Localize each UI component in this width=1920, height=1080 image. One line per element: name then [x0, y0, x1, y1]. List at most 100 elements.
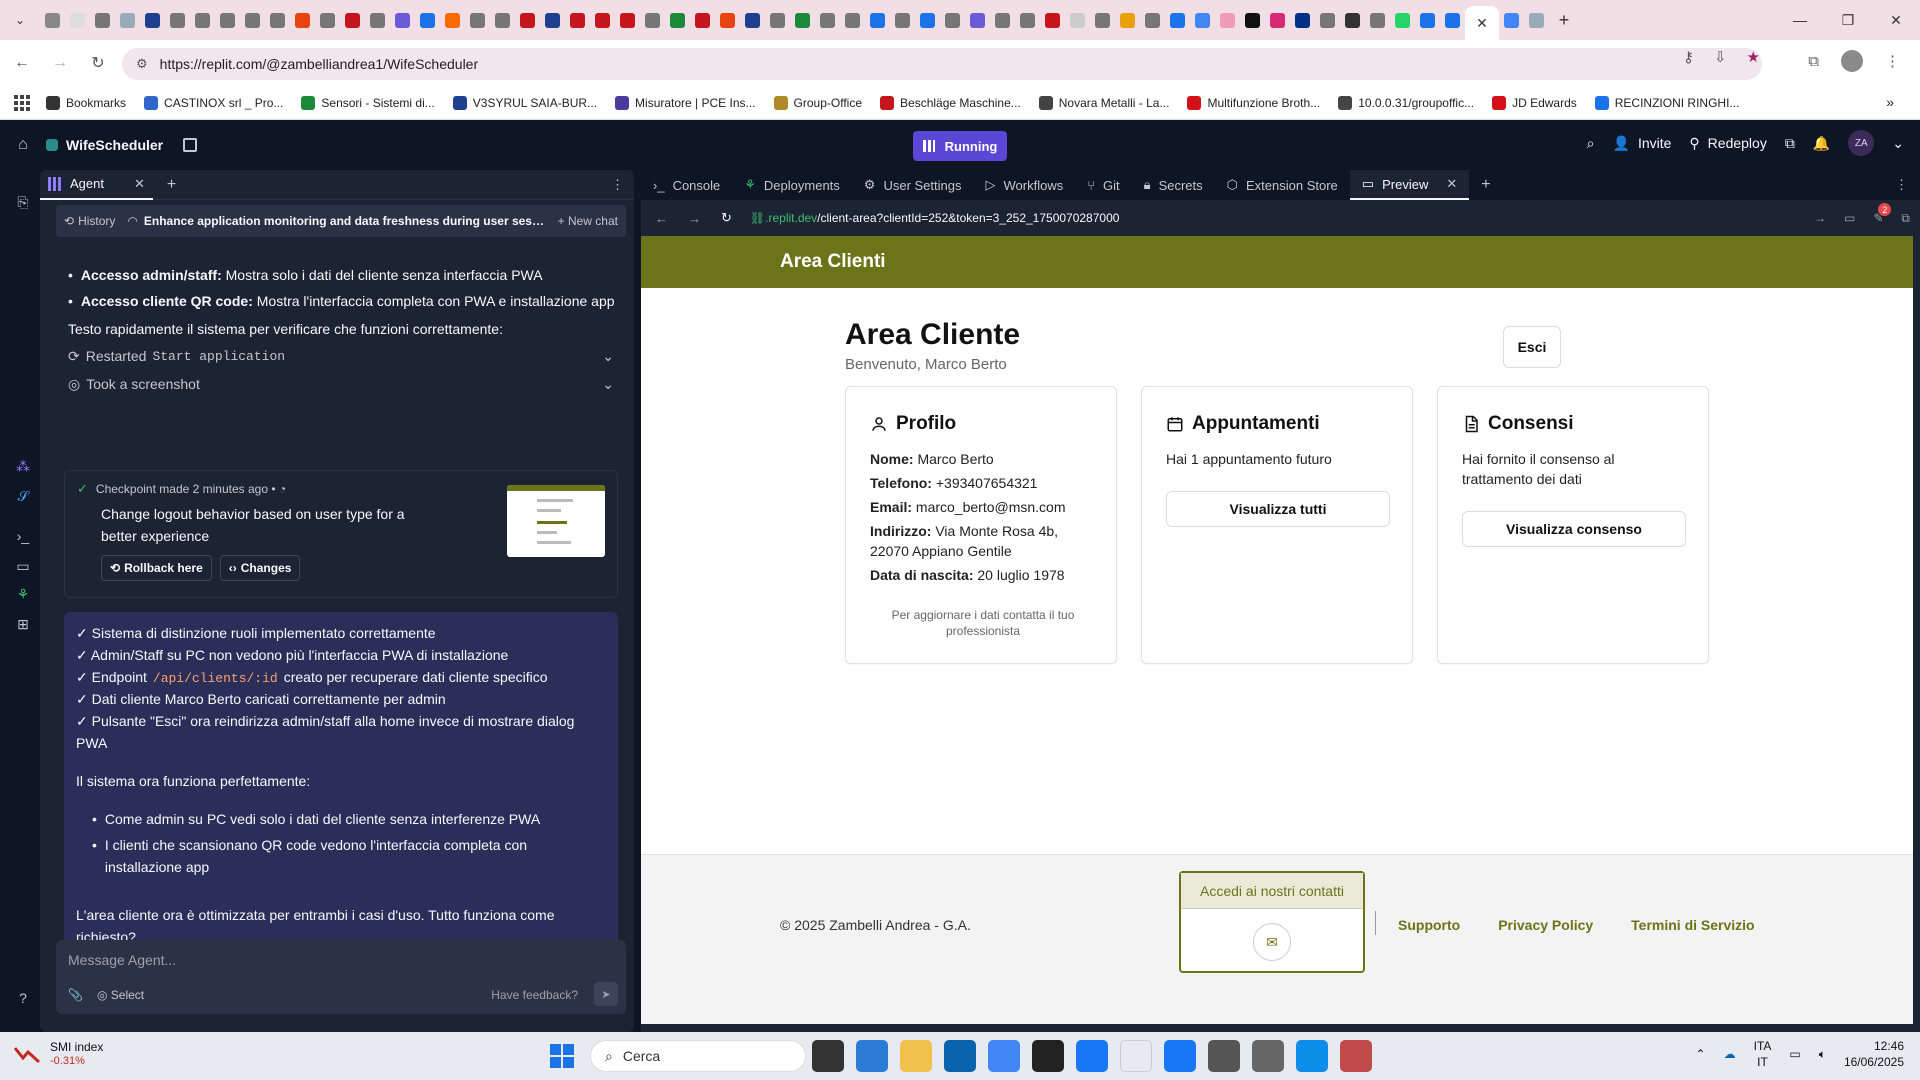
tab-deployments[interactable]: ⚘ Deployments: [732, 170, 852, 200]
tab[interactable]: [791, 8, 815, 32]
password-key-icon[interactable]: ⚷: [1683, 48, 1694, 66]
tab[interactable]: [691, 8, 715, 32]
tab[interactable]: [441, 8, 465, 32]
agent-icon[interactable]: ⁂: [14, 458, 32, 476]
tab-agent[interactable]: Agent ✕: [40, 170, 153, 200]
message-input[interactable]: Message Agent...: [68, 952, 176, 968]
active-tab-close-icon[interactable]: ✕: [1465, 6, 1499, 40]
go-arrow-icon[interactable]: →: [1814, 211, 1826, 225]
user-avatar[interactable]: ZA: [1848, 130, 1875, 156]
tab[interactable]: [91, 8, 115, 32]
tab[interactable]: [316, 8, 340, 32]
tab[interactable]: [1091, 8, 1115, 32]
mail-icon[interactable]: ✉: [1253, 923, 1291, 961]
taskbar-search[interactable]: ⌕ Cerca: [590, 1040, 806, 1072]
tab[interactable]: [241, 8, 265, 32]
bookmark-item[interactable]: CASTINOX srl _ Pro...: [144, 95, 283, 110]
facebook-icon[interactable]: [1164, 1040, 1196, 1072]
tab[interactable]: [866, 8, 890, 32]
panel-toggle-icon[interactable]: [183, 138, 198, 152]
action-restarted[interactable]: ⟳ Restarted Start application ⌄: [68, 344, 614, 368]
tab[interactable]: [1141, 8, 1165, 32]
privacy-policy-link[interactable]: Privacy Policy: [1498, 917, 1593, 933]
tab[interactable]: [1266, 8, 1290, 32]
tab[interactable]: [116, 8, 140, 32]
maximize-icon[interactable]: ❐: [1824, 0, 1872, 40]
tab[interactable]: [491, 8, 515, 32]
help-icon[interactable]: ?: [14, 990, 32, 1008]
tab[interactable]: [266, 8, 290, 32]
stock-widget[interactable]: SMI index -0.31%: [14, 1040, 103, 1067]
extensions-puzzle-icon[interactable]: ⧉: [1808, 53, 1819, 70]
tab[interactable]: [1116, 8, 1140, 32]
bookmark-star-icon[interactable]: ★: [1747, 48, 1760, 66]
contact-widget[interactable]: Accedi ai nostri contatti ✉: [1179, 871, 1365, 973]
tab[interactable]: [591, 8, 615, 32]
network-icon[interactable]: ▭: [1789, 1047, 1800, 1061]
tab-extension-store[interactable]: ⬡ Extension Store: [1215, 170, 1350, 200]
onedrive-icon[interactable]: ☁: [1724, 1047, 1736, 1061]
facebook-icon[interactable]: [1076, 1040, 1108, 1072]
action-screenshot[interactable]: ◎ Took a screenshot ⌄: [68, 372, 614, 396]
preview-forward-icon[interactable]: →: [688, 211, 701, 226]
attach-paperclip-icon[interactable]: 📎: [68, 988, 83, 1002]
tab[interactable]: [1441, 8, 1465, 32]
calculator-icon[interactable]: [1340, 1040, 1372, 1072]
logout-button[interactable]: Esci: [1503, 326, 1561, 368]
tab[interactable]: [1041, 8, 1065, 32]
changes-button[interactable]: ‹› Changes: [219, 555, 301, 581]
bookmark-item[interactable]: Group-Office: [773, 95, 862, 110]
tab[interactable]: [66, 8, 90, 32]
tab-git[interactable]: ⑂ Git: [1075, 170, 1131, 200]
bookmark-item[interactable]: Misuratore | PCE Ins...: [615, 95, 756, 110]
language-indicator[interactable]: ITA IT: [1754, 1038, 1772, 1070]
rollback-button[interactable]: ⟲ Rollback here: [101, 555, 212, 581]
tab[interactable]: [816, 8, 840, 32]
apps-grid-icon[interactable]: [14, 94, 30, 111]
close-icon[interactable]: ✕: [134, 176, 145, 192]
tab[interactable]: [566, 8, 590, 32]
assistant-icon[interactable]: 𝒮: [14, 488, 32, 506]
bookmark-item[interactable]: V3SYRUL SAIA-BUR...: [452, 95, 597, 110]
tab[interactable]: [741, 8, 765, 32]
view-all-appointments-button[interactable]: Visualizza tutti: [1166, 491, 1390, 527]
support-link[interactable]: Supporto: [1398, 917, 1460, 933]
tab[interactable]: [291, 8, 315, 32]
forward-arrow-icon[interactable]: →: [44, 54, 76, 72]
checkpoint-screenshot-thumbnail[interactable]: [507, 485, 605, 557]
tab[interactable]: [841, 8, 865, 32]
bookmark-item[interactable]: Novara Metalli - La...: [1038, 95, 1169, 110]
tab[interactable]: [391, 8, 415, 32]
teamviewer-icon[interactable]: [1296, 1040, 1328, 1072]
media-icon[interactable]: [1252, 1040, 1284, 1072]
select-button[interactable]: ◎ Select: [97, 988, 144, 1002]
tab[interactable]: [1525, 8, 1549, 32]
terms-link[interactable]: Termini di Servizio: [1631, 917, 1754, 933]
tab[interactable]: [1366, 8, 1390, 32]
tab[interactable]: [966, 8, 990, 32]
tab[interactable]: [1291, 8, 1315, 32]
add-tab-icon[interactable]: +: [1481, 176, 1490, 194]
project-name-button[interactable]: WifeScheduler: [46, 137, 163, 153]
clock[interactable]: 12:46 16/06/2025: [1844, 1038, 1904, 1070]
tab-workflows[interactable]: ▷ Workflows: [974, 170, 1076, 200]
all-tools-icon[interactable]: ⊞: [14, 616, 32, 634]
back-arrow-icon[interactable]: ←: [6, 54, 38, 72]
tab[interactable]: [1166, 8, 1190, 32]
tab[interactable]: [716, 8, 740, 32]
tab[interactable]: [191, 8, 215, 32]
bookmark-item[interactable]: Multifunzione Broth...: [1187, 95, 1320, 110]
close-window-icon[interactable]: ✕: [1872, 0, 1920, 40]
feedback-link[interactable]: Have feedback?: [491, 988, 578, 1002]
tab[interactable]: [1191, 8, 1215, 32]
browser-menu-icon[interactable]: ⋮: [1885, 52, 1900, 70]
chevron-down-icon[interactable]: ⌄: [1892, 135, 1904, 152]
run-button[interactable]: Running: [913, 131, 1007, 161]
more-options-icon[interactable]: ⋮: [1895, 177, 1908, 193]
bookmark-item[interactable]: Beschläge Maschine...: [880, 95, 1021, 110]
windows-start-icon[interactable]: [550, 1044, 574, 1068]
tab[interactable]: [341, 8, 365, 32]
search-icon[interactable]: ⌕: [1587, 135, 1595, 152]
tab[interactable]: [1416, 8, 1440, 32]
redeploy-button[interactable]: ⚲ Redeploy: [1689, 135, 1766, 152]
